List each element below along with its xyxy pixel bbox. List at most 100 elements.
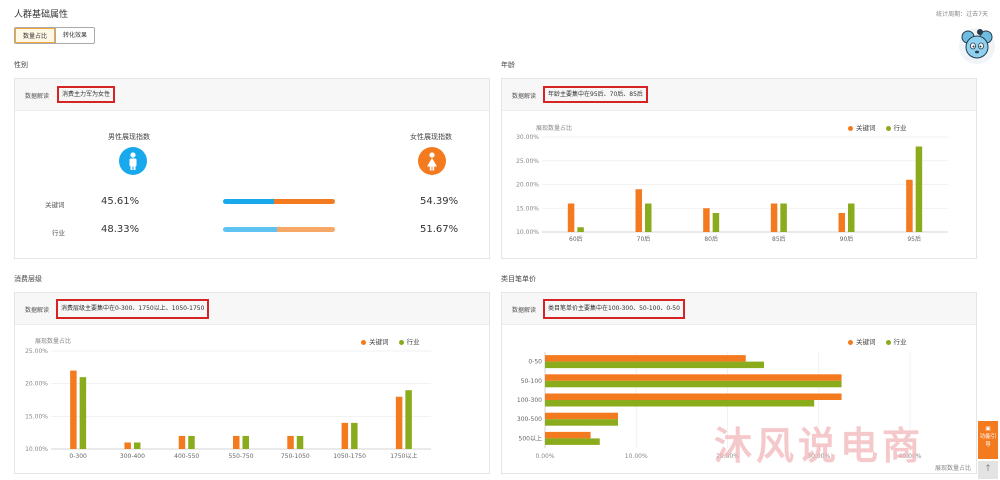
- bar-keyword: [545, 374, 842, 381]
- x-tick-label: 750-1050: [281, 453, 310, 460]
- x-tick-label: 70后: [637, 235, 651, 243]
- tab-quantity-share[interactable]: 数量占比: [15, 28, 56, 43]
- function-guide-button[interactable]: ▣ 功能引导: [978, 421, 998, 459]
- x-tick-label: 60后: [569, 235, 583, 243]
- interp-label: 数据解读: [512, 93, 537, 100]
- tab-group: 数量占比 转化效果: [14, 27, 96, 44]
- gender-row-label: 关键词: [45, 201, 65, 209]
- bar-industry: [545, 419, 618, 426]
- legend-keyword[interactable]: 关键词: [848, 336, 876, 346]
- x-tick-label: 90后: [840, 235, 854, 243]
- bar-industry: [188, 435, 195, 449]
- bar-industry: [545, 400, 815, 407]
- male-icon: [119, 147, 147, 175]
- bar-keyword: [567, 203, 575, 232]
- age-panel-head: 数据解读 年龄主要集中在95后、70后、85后: [502, 79, 976, 111]
- guide-icon: ▣: [985, 426, 991, 432]
- gender-ratio-bar: [223, 227, 335, 232]
- bar-keyword: [838, 213, 845, 232]
- interp-label: 数据解读: [25, 93, 50, 100]
- consumption-panel-head: 数据解读 消费层级主要集中在0-300、1750以上、1050-1750: [15, 293, 489, 325]
- y-tick-label: 500以上: [519, 434, 542, 442]
- male-share-fill: [223, 199, 275, 204]
- mascot-avatar[interactable]: [958, 25, 996, 65]
- male-share-fill: [223, 227, 278, 232]
- y-tick-label: 0-50: [528, 359, 542, 366]
- y-tick-label: 30.00%: [516, 134, 539, 141]
- x-tick-label: 550-750: [228, 453, 253, 460]
- y-tick-label: 15.00%: [25, 413, 48, 420]
- interp-label: 数据解读: [25, 307, 50, 314]
- function-guide-label: 功能引导: [979, 434, 997, 448]
- bar-keyword: [906, 179, 913, 232]
- bar-keyword: [770, 203, 778, 232]
- bar-industry: [848, 203, 855, 232]
- price-legend: 关键词 行业: [848, 336, 907, 346]
- back-to-top-button[interactable]: ↑: [978, 461, 998, 479]
- gender-panel: 数据解读 消费主力军为女性 男性展现指数 女性展现指数 关键词 45.61% 5…: [14, 78, 490, 259]
- y-tick-label: 50-100: [521, 378, 542, 385]
- female-icon: [418, 147, 446, 175]
- age-chart: 10.00% 15.00% 20.00% 25.00% 30.00% 60后 70后 80后 8…: [516, 134, 948, 243]
- x-tick-label: 1750以上: [390, 452, 417, 460]
- tab-conversion-effect[interactable]: 转化效果: [55, 28, 94, 43]
- bar-keyword: [341, 422, 349, 449]
- bar-industry: [780, 203, 787, 232]
- male-value: 45.61%: [101, 196, 140, 207]
- bar-keyword: [233, 435, 240, 449]
- y-tick-label: 100-300: [517, 397, 542, 404]
- bar-keyword: [545, 412, 618, 420]
- female-share-fill: [274, 199, 335, 204]
- bar-keyword: [545, 393, 842, 400]
- price-x-title: 展现数量占比: [935, 465, 972, 472]
- bar-industry: [545, 380, 842, 388]
- x-tick-label: 85后: [772, 235, 786, 243]
- y-tick-label: 25.00%: [516, 158, 539, 165]
- female-title: 女性展现指数: [410, 133, 452, 141]
- gender-panel-head: 数据解读 消费主力军为女性: [15, 79, 489, 111]
- bar-industry: [712, 213, 720, 232]
- gender-ratio-bar: [223, 199, 335, 204]
- stat-period: 统计周期：过去7天: [936, 11, 988, 18]
- bar-industry: [79, 377, 87, 449]
- bar-keyword: [703, 208, 710, 232]
- bar-keyword: [395, 396, 403, 449]
- bar-industry: [405, 390, 412, 449]
- bar-keyword: [545, 431, 591, 439]
- x-tick-label: 10.00%: [625, 453, 648, 460]
- y-tick-label: 25.00%: [25, 348, 48, 355]
- x-tick-label: 400-550: [174, 453, 199, 460]
- male-title: 男性展现指数: [108, 133, 150, 141]
- bar-keyword: [70, 370, 77, 449]
- bar-industry: [577, 227, 584, 232]
- y-tick-label: 10.00%: [516, 229, 539, 236]
- bar-keyword: [545, 355, 746, 362]
- interp-label: 数据解读: [512, 307, 537, 314]
- bar-industry: [645, 203, 652, 232]
- x-tick-label: 80后: [704, 235, 718, 243]
- bar-industry: [242, 435, 249, 449]
- y-tick-label: 15.00%: [516, 205, 539, 212]
- gender-section-title: 性别: [14, 61, 28, 69]
- age-panel: 数据解读 年龄主要集中在95后、70后、85后 展现数量占比 关键词 行业 10…: [501, 78, 977, 259]
- consumption-interp: 消费层级主要集中在0-300、1750以上、1050-1750: [56, 299, 210, 319]
- x-tick-label: 1050-1750: [333, 453, 366, 460]
- gender-interp: 消费主力军为女性: [57, 86, 116, 103]
- bar-keyword: [287, 435, 294, 449]
- watermark: 沐风说电商: [714, 424, 925, 468]
- page-title: 人群基础属性: [14, 10, 69, 20]
- y-tick-label: 20.00%: [516, 182, 539, 189]
- price-panel-head: 数据解读 类目笔单价主要集中在100-300、50-100、0-50: [502, 293, 976, 325]
- x-tick-label: 95后: [907, 235, 921, 243]
- bar-industry: [351, 422, 358, 449]
- bar-keyword: [635, 189, 642, 232]
- y-tick-label: 300-500: [517, 416, 542, 423]
- price-interp: 类目笔单价主要集中在100-300、50-100、0-50: [543, 299, 685, 319]
- age-interp: 年龄主要集中在95后、70后、85后: [543, 86, 648, 103]
- bar-industry: [545, 361, 764, 369]
- gender-row-label: 行业: [52, 229, 65, 237]
- legend-industry[interactable]: 行业: [885, 336, 907, 346]
- bar-industry: [915, 146, 923, 232]
- price-section-title: 类目笔单价: [501, 275, 536, 283]
- x-tick-label: 300-400: [120, 453, 145, 460]
